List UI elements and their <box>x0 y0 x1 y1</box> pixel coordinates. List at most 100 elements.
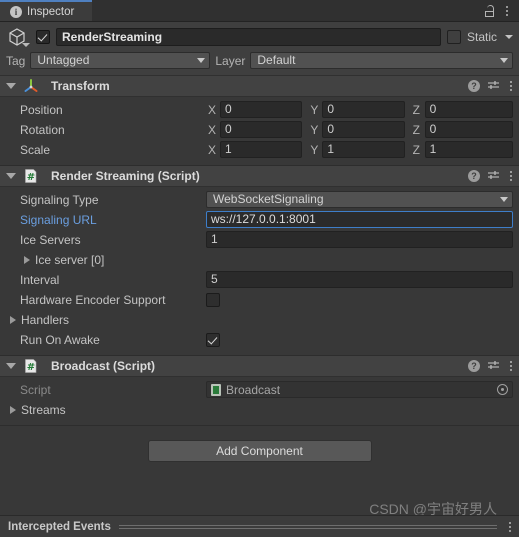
foldout-collapsed-icon[interactable] <box>10 405 16 414</box>
property-row-ice-server-0[interactable]: Ice server [0] <box>6 250 513 269</box>
foldout-arrow-icon[interactable] <box>6 173 16 179</box>
ice-servers-input[interactable]: 1 <box>206 231 513 248</box>
preset-settings-icon[interactable] <box>487 170 500 182</box>
gameobject-name-input[interactable]: RenderStreaming <box>56 28 441 46</box>
property-row-streams[interactable]: Streams <box>6 400 513 419</box>
script-object-field[interactable]: Broadcast <box>206 381 513 398</box>
axis-label-z: Z <box>412 122 420 137</box>
transform-gizmo-icon <box>23 78 39 94</box>
vector3-x: X 0 <box>206 101 308 118</box>
layer-dropdown[interactable]: Default <box>250 52 513 69</box>
inspector-menu-icon[interactable] <box>503 4 511 18</box>
component-body: Position X 0 Y 0 Z 0 Rotation X 0 Y 0 Z … <box>0 97 519 165</box>
property-label: Script <box>20 382 51 397</box>
vector3-field: X 0 Y 0 Z 0 <box>206 121 513 138</box>
ice-server-0-label: Ice server [0] <box>35 252 105 267</box>
help-icon[interactable]: ? <box>468 170 480 182</box>
signaling-url-input[interactable]: ws://127.0.0.1:8001 <box>206 211 513 228</box>
streams-label: Streams <box>21 402 66 417</box>
foldout-arrow-icon[interactable] <box>6 83 16 89</box>
component-broadcast: # Broadcast (Script) ? Script Broadcast … <box>0 356 519 426</box>
component-title: Transform <box>51 79 110 93</box>
property-row-run-on-awake: Run On Awake <box>6 330 513 349</box>
axis-label-x: X <box>208 122 217 137</box>
foldout-arrow-icon[interactable] <box>6 363 16 369</box>
gameobject-active-checkbox[interactable] <box>36 30 50 44</box>
component-menu-icon[interactable] <box>507 169 515 183</box>
axis-label-y: Y <box>310 142 319 157</box>
preset-settings-icon[interactable] <box>487 360 500 372</box>
tabbar-tools <box>484 0 515 22</box>
vector3-y: Y 1 <box>308 141 410 158</box>
scale-z-input[interactable]: 1 <box>424 141 513 158</box>
property-label: Run On Awake <box>20 332 100 347</box>
footer-divider <box>118 524 497 529</box>
axis-label-z: Z <box>412 102 420 117</box>
static-label: Static <box>466 30 497 44</box>
object-picker-icon[interactable] <box>497 384 508 395</box>
cube-icon[interactable] <box>6 26 30 48</box>
lock-open-icon[interactable] <box>484 5 495 17</box>
help-icon[interactable]: ? <box>468 80 480 92</box>
property-row-handlers[interactable]: Handlers <box>6 310 513 329</box>
component-menu-icon[interactable] <box>507 79 515 93</box>
rotation-y-input[interactable]: 0 <box>322 121 405 138</box>
layer-value: Default <box>257 53 296 67</box>
component-menu-icon[interactable] <box>507 359 515 373</box>
vector3-y: Y 0 <box>308 101 410 118</box>
tab-inspector[interactable]: i Inspector <box>0 0 92 21</box>
property-label: Handlers <box>6 313 206 327</box>
script-object-value: Broadcast <box>226 382 281 397</box>
static-checkbox[interactable] <box>446 30 461 44</box>
svg-text:#: # <box>27 362 35 373</box>
preset-settings-icon[interactable] <box>487 80 500 92</box>
chevron-down-icon <box>500 197 508 202</box>
component-header[interactable]: # Render Streaming (Script) ? <box>0 166 519 187</box>
rotation-x-input[interactable]: 0 <box>220 121 303 138</box>
property-row-position: Position X 0 Y 0 Z 0 <box>6 100 513 119</box>
rotation-z-input[interactable]: 0 <box>424 121 513 138</box>
property-label: Scale <box>20 142 51 157</box>
csharp-script-icon: # <box>23 168 39 184</box>
property-row-signaling-url: Signaling URL ws://127.0.0.1:8001 <box>6 210 513 229</box>
layer-label: Layer <box>215 53 246 68</box>
footer-menu-icon[interactable] <box>505 520 515 534</box>
component-title: Broadcast (Script) <box>51 359 156 373</box>
position-x-input[interactable]: 0 <box>220 101 303 118</box>
tab-inspector-label: Inspector <box>27 5 75 18</box>
axis-label-y: Y <box>310 102 319 117</box>
position-z-input[interactable]: 0 <box>424 101 513 118</box>
component-render-streaming: # Render Streaming (Script) ? Signaling … <box>0 166 519 356</box>
gameobject-tag-layer-row: Tag Untagged Layer Default <box>6 52 513 69</box>
property-row-hardware-encoder: Hardware Encoder Support <box>6 290 513 309</box>
signaling-type-dropdown[interactable]: WebSocketSignaling <box>206 191 513 208</box>
component-header[interactable]: Transform ? <box>0 76 519 97</box>
vector3-x: X 0 <box>206 121 308 138</box>
property-row-interval: Interval 5 <box>6 270 513 289</box>
interval-input[interactable]: 5 <box>206 271 513 288</box>
component-header[interactable]: # Broadcast (Script) ? <box>0 356 519 377</box>
vector3-y: Y 0 <box>308 121 410 138</box>
component-body: Signaling Type WebSocketSignaling Signal… <box>0 187 519 355</box>
position-y-input[interactable]: 0 <box>322 101 405 118</box>
scale-y-input[interactable]: 1 <box>322 141 405 158</box>
property-label: Signaling Type <box>20 192 99 207</box>
static-chevron-down-icon[interactable] <box>505 35 513 39</box>
property-label: Position <box>20 102 63 117</box>
property-row-script: Script Broadcast <box>6 380 513 399</box>
scale-x-input[interactable]: 1 <box>220 141 303 158</box>
hardware-encoder-support-checkbox[interactable] <box>206 292 220 307</box>
foldout-collapsed-icon[interactable] <box>10 315 16 324</box>
unity-inspector-window: i Inspector RenderStreaming Static Tag U… <box>0 0 519 537</box>
handlers-label: Handlers <box>21 312 70 327</box>
property-label: Signaling URL <box>20 212 97 227</box>
help-icon[interactable]: ? <box>468 360 480 372</box>
info-icon: i <box>10 5 22 18</box>
component-tools: ? <box>468 169 515 183</box>
tag-dropdown[interactable]: Untagged <box>30 52 211 69</box>
run-on-awake-checkbox[interactable] <box>206 332 220 347</box>
vector3-z: Z 0 <box>411 101 513 118</box>
add-component-button[interactable]: Add Component <box>147 440 372 462</box>
foldout-collapsed-icon[interactable] <box>24 255 30 264</box>
tabbar-empty-area <box>92 0 519 21</box>
